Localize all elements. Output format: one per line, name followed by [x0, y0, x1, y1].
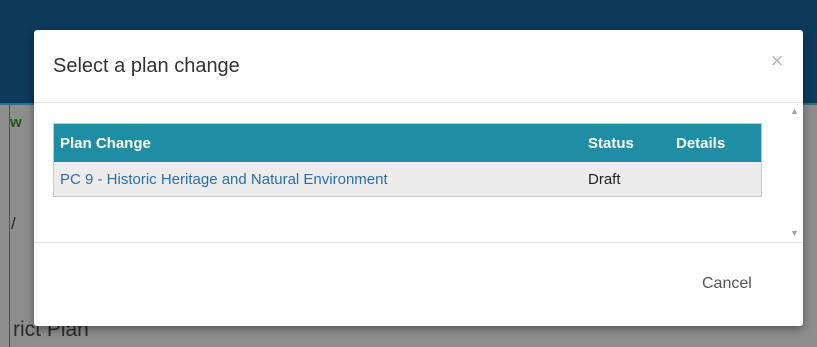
- scroll-down-arrow-icon[interactable]: ▼: [786, 225, 803, 242]
- background-text-fragment: /: [11, 214, 16, 233]
- plan-change-table: Plan Change Status Details PC 9 - Histor…: [53, 123, 762, 197]
- details-cell: [670, 162, 762, 197]
- cancel-button[interactable]: Cancel: [702, 275, 752, 293]
- scroll-up-arrow-icon[interactable]: ▲: [786, 103, 803, 120]
- screen: w / rict Plan Select a plan change × Pla…: [0, 0, 817, 347]
- plan-change-link[interactable]: PC 9 - Historic Heritage and Natural Env…: [60, 171, 388, 188]
- plan-change-cell: PC 9 - Historic Heritage and Natural Env…: [53, 162, 582, 197]
- dialog-title: Select a plan change: [53, 55, 240, 77]
- column-header-plan-change: Plan Change: [53, 123, 582, 162]
- dialog-footer: Cancel: [34, 242, 803, 327]
- status-cell: Draft: [582, 162, 670, 197]
- select-plan-change-dialog: Select a plan change × Plan Change Statu…: [34, 30, 803, 326]
- close-button[interactable]: ×: [764, 48, 790, 74]
- table-header-row: Plan Change Status Details: [53, 123, 762, 162]
- column-header-details: Details: [670, 123, 762, 162]
- table-row: PC 9 - Historic Heritage and Natural Env…: [53, 162, 762, 197]
- column-header-status: Status: [582, 123, 670, 162]
- background-text-fragment: w: [10, 114, 22, 131]
- dialog-body: Plan Change Status Details PC 9 - Histor…: [34, 103, 803, 242]
- dialog-header: Select a plan change ×: [34, 30, 803, 103]
- dialog-scrollbar[interactable]: ▲ ▼: [786, 103, 803, 242]
- background-border-line: [9, 105, 10, 347]
